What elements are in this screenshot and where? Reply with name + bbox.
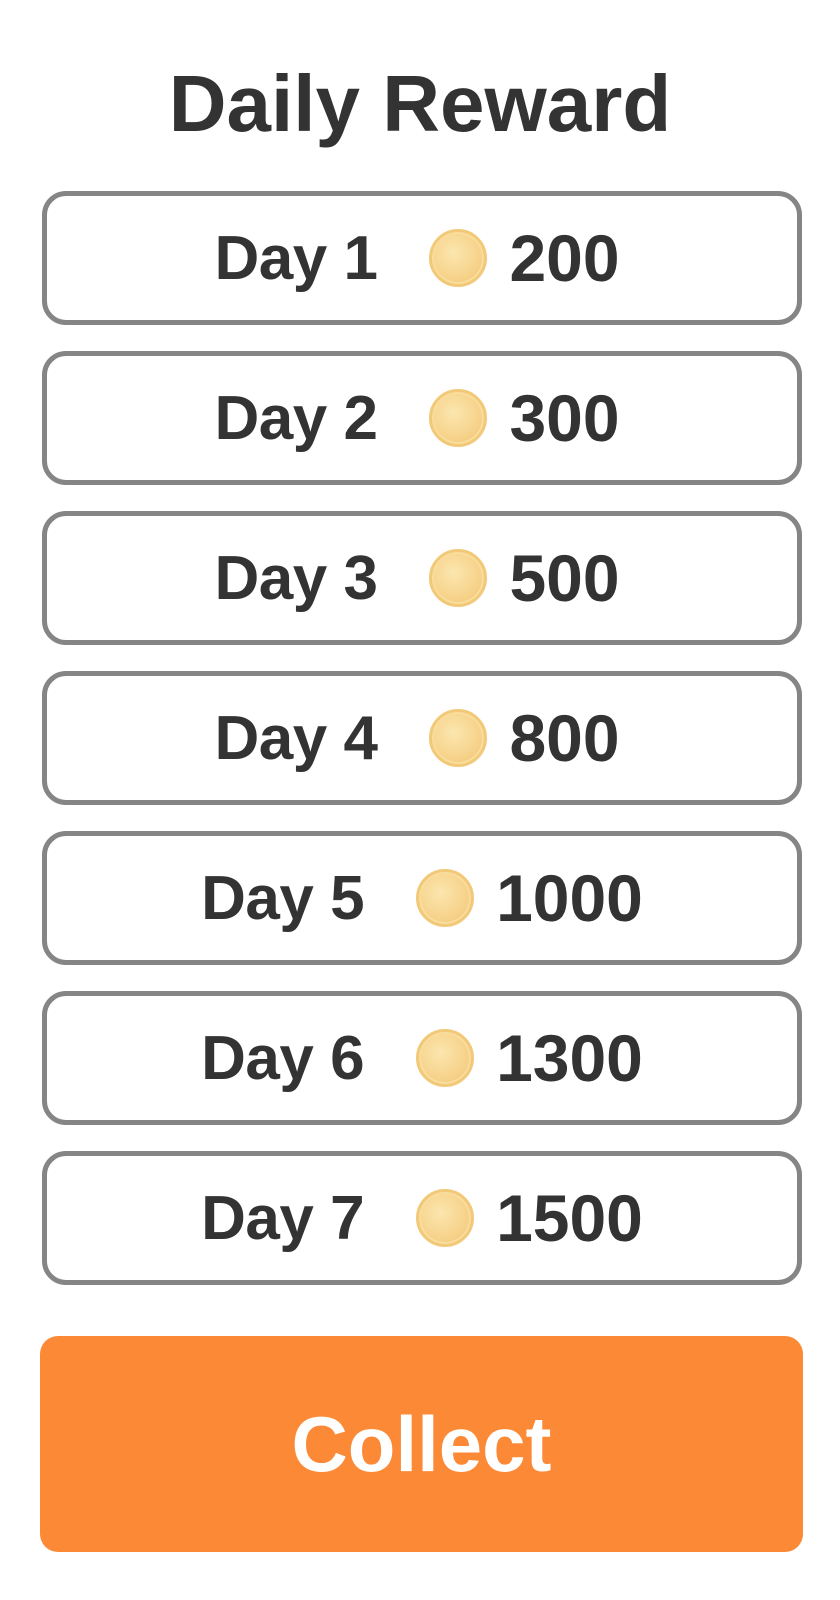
- day-label: Day 6: [201, 1023, 365, 1093]
- reward-day-2: Day 2 300: [42, 351, 802, 485]
- day-label: Day 3: [214, 543, 378, 613]
- reward-day-4: Day 4 800: [42, 671, 802, 805]
- reward-day-7: Day 7 1500: [42, 1151, 802, 1285]
- reward-day-1: Day 1 200: [42, 191, 802, 325]
- coin-icon: [416, 869, 475, 927]
- day-label: Day 4: [214, 703, 378, 773]
- reward-amount: 500: [509, 541, 620, 615]
- coin-icon: [429, 549, 488, 607]
- coin-icon: [416, 1189, 475, 1247]
- reward-day-3: Day 3 500: [42, 511, 802, 645]
- reward-amount: 200: [509, 221, 620, 295]
- coin-icon: [429, 709, 488, 767]
- page-title: Daily Reward: [168, 59, 672, 148]
- reward-amount: 800: [509, 701, 620, 775]
- reward-day-5: Day 5 1000: [42, 831, 802, 965]
- day-label: Day 2: [214, 383, 378, 453]
- reward-amount: 1300: [496, 1021, 643, 1095]
- coin-icon: [416, 1029, 475, 1087]
- collect-button-label: Collect: [291, 1399, 552, 1488]
- day-label: Day 1: [214, 223, 378, 293]
- collect-button[interactable]: Collect: [40, 1336, 803, 1552]
- coin-icon: [429, 229, 488, 287]
- reward-amount: 1500: [496, 1181, 643, 1255]
- day-label: Day 5: [201, 863, 365, 933]
- reward-amount: 300: [509, 381, 620, 455]
- reward-list: Day 1 200 Day 2 300 Day 3 500 Day 4 800 …: [42, 191, 802, 1311]
- reward-day-6: Day 6 1300: [42, 991, 802, 1125]
- day-label: Day 7: [201, 1183, 365, 1253]
- coin-icon: [429, 389, 488, 447]
- reward-amount: 1000: [496, 861, 643, 935]
